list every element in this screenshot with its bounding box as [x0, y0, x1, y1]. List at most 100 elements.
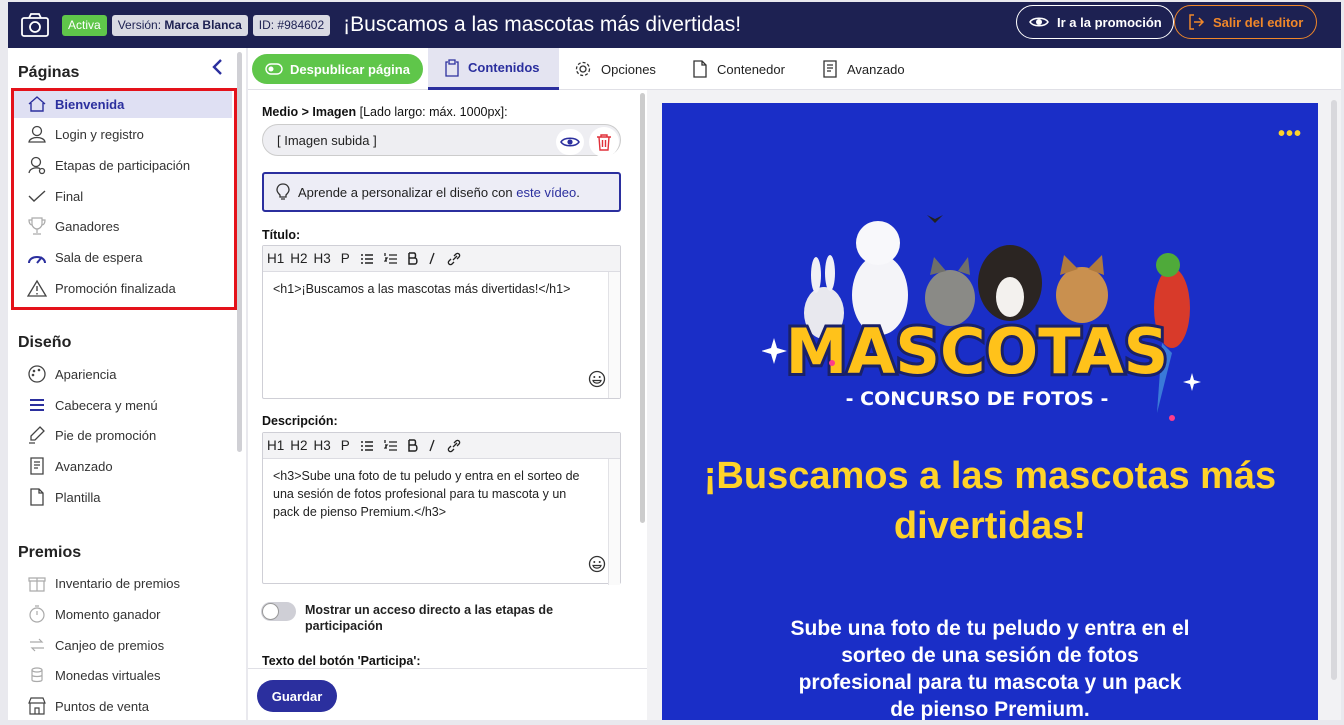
sidebar-item-avanzado[interactable]: Avanzado [14, 452, 232, 480]
tab-opciones[interactable]: Opciones [574, 48, 656, 90]
cta-label: Texto del botón 'Participa': [262, 654, 421, 668]
description-editor-scrollbar[interactable] [608, 459, 620, 585]
camera-icon[interactable] [8, 12, 62, 38]
version-badge[interactable]: Versión: Marca Blanca [111, 14, 248, 36]
bullet-list-icon[interactable] [360, 440, 374, 452]
description-editor-text[interactable]: <h3>Sube una foto de tu peludo y entra e… [263, 459, 620, 529]
store-icon [26, 696, 48, 716]
tab-label: Opciones [601, 61, 656, 77]
tip-box: Aprende a personalizar el diseño con est… [262, 172, 621, 212]
sidebar: Páginas Bienvenida Login y registro Etap… [8, 48, 246, 720]
video-link[interactable]: este vídeo [516, 185, 576, 200]
toggle-icon [265, 63, 283, 75]
link-icon[interactable] [446, 251, 462, 267]
delete-image-button[interactable] [589, 127, 619, 157]
prizes-section-title: Premios [18, 544, 82, 561]
title-label: Título: [262, 228, 301, 242]
lightbulb-icon [276, 183, 290, 201]
emoji-icon[interactable] [588, 370, 606, 388]
paragraph-button[interactable]: P [341, 251, 350, 266]
timer-icon [26, 604, 48, 624]
h1-button[interactable]: H1 [267, 438, 284, 453]
rte-toolbar: H1 H2 H3 P [263, 433, 620, 459]
shortcut-toggle[interactable] [261, 602, 296, 621]
go-to-promotion-button[interactable]: Ir a la promoción [1016, 5, 1174, 39]
exit-editor-label: Salir del editor [1213, 14, 1304, 30]
page-title: ¡Buscamos a las mascotas más divertidas! [343, 13, 742, 36]
menu-icon [26, 398, 48, 412]
sidebar-item-apariencia[interactable]: Apariencia [14, 360, 232, 388]
description-label: Descripción: [262, 414, 338, 428]
title-editor[interactable]: H1 H2 H3 P <h1>¡Buscamos a las mascotas … [262, 245, 621, 399]
logo-word: MASCOTAS [786, 315, 1169, 388]
sidebar-item-pie[interactable]: Pie de promoción [14, 421, 232, 449]
preview-image-button[interactable] [556, 129, 584, 155]
numbered-list-icon[interactable] [383, 439, 398, 453]
h2-button[interactable]: H2 [290, 438, 307, 453]
save-button[interactable]: Guardar [257, 680, 337, 712]
h1-button[interactable]: H1 [267, 251, 284, 266]
numbered-list-icon[interactable] [383, 252, 398, 266]
sidebar-item-label: Inventario de premios [55, 575, 181, 591]
tip-text: Aprende a personalizar el diseño con est… [298, 184, 580, 200]
tab-label: Contenedor [717, 61, 785, 77]
tab-label: Avanzado [847, 61, 905, 77]
tab-contenidos[interactable]: Contenidos [428, 48, 559, 90]
more-options-icon[interactable]: ••• [1278, 123, 1302, 146]
sidebar-item-label: Cabecera y menú [55, 397, 158, 413]
link-icon[interactable] [446, 438, 462, 454]
h3-button[interactable]: H3 [314, 438, 331, 453]
id-badge: ID: #984602 [252, 14, 331, 36]
h2-button[interactable]: H2 [290, 251, 307, 266]
bold-icon[interactable] [408, 439, 418, 452]
media-hint: [Lado largo: máx. 1000px]: [359, 105, 508, 119]
sidebar-item-inventario[interactable]: Inventario de premios [14, 569, 232, 597]
unpublish-label: Despublicar página [290, 61, 410, 77]
sidebar-item-puntos-venta[interactable]: Puntos de venta [14, 692, 232, 720]
sidebar-item-label: Canjeo de premios [55, 637, 165, 653]
h3-button[interactable]: H3 [314, 251, 331, 266]
chevron-left-icon[interactable] [210, 58, 224, 76]
go-to-promotion-label: Ir a la promoción [1057, 14, 1162, 30]
tab-label: Contenidos [468, 60, 540, 75]
logo-subtitle: - CONCURSO DE FOTOS - [846, 388, 1109, 410]
sidebar-item-label: Monedas virtuales [55, 667, 161, 683]
image-field-value: [ Imagen subida ] [277, 132, 377, 148]
sidebar-item-monedas[interactable]: Monedas virtuales [14, 661, 232, 689]
sidebar-item-momento[interactable]: Momento ganador [14, 600, 232, 628]
tab-avanzado[interactable]: Avanzado [822, 48, 905, 90]
sidebar-scrollbar[interactable] [237, 52, 242, 452]
design-section-title: Diseño [18, 334, 72, 351]
sidebar-item-label: Puntos de venta [55, 698, 149, 714]
title-editor-scrollbar[interactable] [608, 272, 620, 398]
sidebar-item-cabecera[interactable]: Cabecera y menú [14, 391, 232, 419]
unpublish-button[interactable]: Despublicar página [252, 54, 423, 84]
trash-icon [596, 133, 612, 151]
paragraph-button[interactable]: P [341, 438, 350, 453]
save-bar: Guardar [248, 668, 647, 720]
tab-contenedor[interactable]: Contenedor [692, 48, 785, 90]
title-editor-text[interactable]: <h1>¡Buscamos a las mascotas más diverti… [263, 272, 620, 306]
bold-icon[interactable] [408, 252, 418, 265]
italic-icon[interactable] [428, 252, 436, 265]
preview-canvas: ••• MASCOTAS - CONCURSO DE FOTOS - ¡Busc… [662, 103, 1318, 720]
editor-scrollbar[interactable] [640, 93, 645, 523]
sidebar-item-canjeo[interactable]: Canjeo de premios [14, 631, 232, 659]
editor-panel: Medio > Imagen [Lado largo: máx. 1000px]… [248, 48, 647, 720]
version-label: Versión: [117, 17, 162, 32]
sidebar-item-label: Apariencia [55, 366, 117, 382]
code-file-icon [822, 60, 838, 78]
exit-editor-button[interactable]: Salir del editor [1174, 5, 1317, 39]
code-file-icon [26, 456, 48, 476]
tabs-bar: Despublicar página Contenidos Opciones C… [248, 48, 1341, 90]
media-label: Medio > Imagen [Lado largo: máx. 1000px]… [262, 105, 508, 119]
description-editor[interactable]: H1 H2 H3 P <h3>Sube una foto de tu pelud… [262, 432, 621, 585]
sidebar-item-label: Plantilla [55, 489, 101, 505]
emoji-icon[interactable] [588, 555, 606, 573]
bullet-list-icon[interactable] [360, 253, 374, 265]
promo-logo: MASCOTAS - CONCURSO DE FOTOS - [762, 203, 1222, 423]
clipboard-icon [445, 58, 459, 77]
sidebar-item-plantilla[interactable]: Plantilla [14, 483, 232, 511]
preview-scrollbar[interactable] [1331, 100, 1337, 680]
italic-icon[interactable] [428, 439, 436, 452]
